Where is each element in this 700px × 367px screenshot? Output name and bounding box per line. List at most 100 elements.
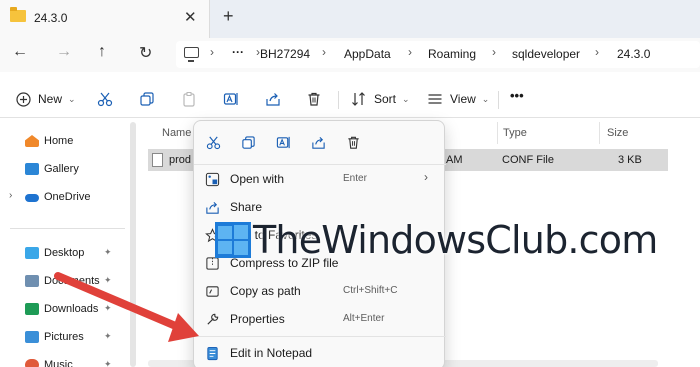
cut-icon[interactable] <box>204 133 222 151</box>
desktop-icon <box>25 247 39 259</box>
file-icon <box>152 153 163 167</box>
sidebar-item-label: Pictures <box>44 331 84 343</box>
menu-item-open-with[interactable]: Open with Enter › <box>194 166 446 192</box>
gallery-icon <box>25 163 39 175</box>
copy-icon[interactable] <box>239 133 257 151</box>
view-lines-icon <box>426 90 444 108</box>
copy-button[interactable] <box>138 90 156 108</box>
chevron-down-icon: ⌄ <box>68 93 76 104</box>
back-button[interactable]: ← <box>12 43 28 61</box>
tab-active[interactable]: 24.3.0 ✕ <box>0 0 210 38</box>
rename-icon <box>222 90 240 108</box>
breadcrumb-separator: › <box>210 45 214 59</box>
share-icon <box>264 90 282 108</box>
breadcrumb-item[interactable]: sqldeveloper <box>512 47 580 61</box>
column-divider[interactable] <box>599 122 600 144</box>
sidebar-item-home[interactable]: Home <box>0 130 128 154</box>
paste-button[interactable] <box>180 90 198 108</box>
navigation-bar: ← → ↑ ↻ › ··· › BH27294 › AppData › Roam… <box>0 38 700 72</box>
sidebar-divider <box>10 228 125 229</box>
breadcrumb-more[interactable]: ··· <box>232 45 244 59</box>
sidebar-item-label: Documents <box>44 275 100 287</box>
sidebar-item-label: Home <box>44 135 74 147</box>
sidebar-item-music[interactable]: Music ✦ <box>0 354 128 367</box>
sidebar-item-onedrive[interactable]: › OneDrive <box>0 186 128 210</box>
home-icon <box>25 135 39 147</box>
breadcrumb-item[interactable]: AppData <box>344 47 391 61</box>
breadcrumb-separator: › <box>322 45 326 59</box>
delete-button[interactable] <box>305 90 323 108</box>
breadcrumb-separator: › <box>595 45 599 59</box>
sort-label: Sort <box>374 92 397 106</box>
open-with-icon <box>204 171 220 187</box>
forward-button[interactable]: → <box>56 43 72 61</box>
chevron-right-icon: › <box>424 170 428 184</box>
pictures-icon <box>25 331 39 343</box>
music-icon <box>25 359 39 367</box>
clipboard-icon <box>180 90 198 108</box>
up-button[interactable]: ↑ <box>98 43 106 61</box>
cut-button[interactable] <box>96 90 114 108</box>
new-button[interactable]: New ⌄ <box>14 90 76 108</box>
menu-item-label: Edit in Notepad <box>230 346 313 360</box>
column-header-size[interactable]: Size <box>607 127 628 139</box>
view-label: View <box>450 92 476 106</box>
share-icon[interactable] <box>309 133 327 151</box>
pin-icon: ✦ <box>104 331 112 341</box>
more-options-button[interactable]: ••• <box>510 88 524 103</box>
pin-icon: ✦ <box>104 303 112 313</box>
delete-icon[interactable] <box>344 133 362 151</box>
view-button[interactable]: View ⌄ <box>426 90 489 108</box>
new-tab-button[interactable]: + <box>223 6 234 27</box>
menu-item-copy-as-path[interactable]: Copy as path Ctrl+Shift+C <box>194 278 446 304</box>
notepad-icon <box>204 345 220 361</box>
sort-button[interactable]: Sort ⌄ <box>350 90 410 108</box>
download-icon <box>25 303 39 315</box>
sidebar-item-downloads[interactable]: Downloads ✦ <box>0 298 128 322</box>
watermark: TheWindowsClub.com <box>205 212 685 268</box>
breadcrumb-separator: › <box>408 45 412 59</box>
menu-separator <box>194 336 446 337</box>
cloud-icon <box>25 194 39 202</box>
tab-close-icon[interactable]: ✕ <box>184 8 197 26</box>
context-menu-quick-actions <box>194 121 446 163</box>
menu-item-shortcut: Enter <box>343 173 367 184</box>
sidebar-item-gallery[interactable]: Gallery <box>0 158 128 182</box>
column-header-name[interactable]: Name <box>162 127 191 139</box>
breadcrumb-item[interactable]: Roaming <box>428 47 476 61</box>
refresh-button[interactable]: ↻ <box>139 43 152 63</box>
column-divider[interactable] <box>497 122 498 144</box>
wrench-icon <box>204 311 220 327</box>
sidebar-item-pictures[interactable]: Pictures ✦ <box>0 326 128 350</box>
pin-icon: ✦ <box>104 275 112 285</box>
file-modified: AM <box>446 154 463 166</box>
copy-icon <box>138 90 156 108</box>
share-button[interactable] <box>264 90 282 108</box>
menu-item-label: Properties <box>230 312 285 326</box>
toolbar-divider <box>498 91 499 109</box>
rename-button[interactable] <box>222 90 240 108</box>
address-bar[interactable]: › ··· › BH27294 › AppData › Roaming › sq… <box>176 41 700 68</box>
chevron-down-icon: ⌄ <box>402 93 410 104</box>
sidebar-item-documents[interactable]: Documents ✦ <box>0 270 128 294</box>
menu-item-edit-in-notepad[interactable]: Edit in Notepad <box>194 340 446 366</box>
pin-icon: ✦ <box>104 359 112 367</box>
chevron-right-icon[interactable]: › <box>9 190 12 201</box>
file-name: prod <box>169 154 192 166</box>
toolbar-divider <box>338 91 339 109</box>
chevron-down-icon: ⌄ <box>481 93 490 104</box>
menu-item-shortcut: Ctrl+Shift+C <box>343 285 398 296</box>
breadcrumb-item[interactable]: 24.3.0 <box>617 47 650 61</box>
column-header-type[interactable]: Type <box>503 127 527 139</box>
sidebar-scrollbar[interactable] <box>130 122 136 367</box>
file-size: 3 KB <box>618 154 642 166</box>
breadcrumb-item[interactable]: BH27294 <box>260 47 310 61</box>
sidebar-item-label: Music <box>44 359 73 367</box>
sidebar-item-desktop[interactable]: Desktop ✦ <box>0 242 128 266</box>
folder-icon <box>10 7 26 22</box>
windows-logo-icon <box>215 222 251 258</box>
rename-icon[interactable] <box>274 133 292 151</box>
menu-item-properties[interactable]: Properties Alt+Enter <box>194 306 446 332</box>
file-type: CONF File <box>502 154 554 166</box>
menu-item-label: Open with <box>230 172 285 186</box>
